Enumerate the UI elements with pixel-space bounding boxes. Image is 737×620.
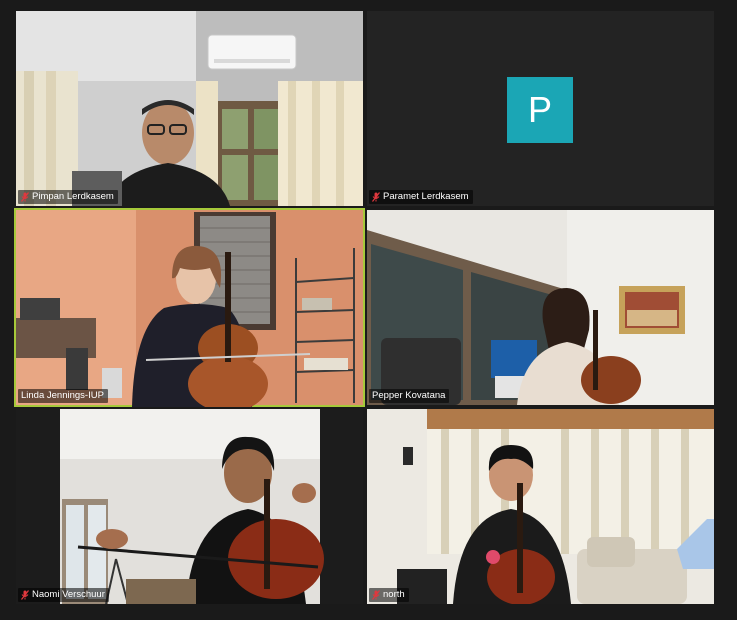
video-feed: [367, 409, 714, 604]
participant-name-tag: north: [369, 588, 409, 602]
participant-name: Paramet Lerdkasem: [383, 191, 469, 202]
video-feed: [16, 210, 363, 407]
mic-muted-icon: [21, 589, 29, 600]
participant-name: north: [383, 589, 405, 600]
video-tile-pimpan[interactable]: Pimpan Lerdkasem: [16, 11, 363, 206]
mic-muted-icon: [21, 191, 29, 202]
participant-name-tag: Pepper Kovatana: [369, 389, 450, 403]
mic-muted-icon: [372, 191, 380, 202]
video-tile-linda[interactable]: Linda Jennings-IUP: [14, 208, 365, 407]
video-feed: [367, 210, 714, 405]
participant-name-tag: Pimpan Lerdkasem: [18, 190, 118, 204]
video-tile-pepper[interactable]: Pepper Kovatana: [367, 210, 714, 405]
video-feed: [16, 11, 363, 206]
participant-name-tag: Naomi Verschuur: [18, 588, 109, 602]
gallery-view: Pimpan Lerdkasem P Paramet Lerdkasem Lin…: [0, 0, 737, 620]
participant-name: Pimpan Lerdkasem: [32, 191, 114, 202]
video-tile-paramet[interactable]: P Paramet Lerdkasem: [367, 11, 714, 206]
mic-muted-icon: [372, 589, 380, 600]
video-tile-naomi[interactable]: Naomi Verschuur: [16, 409, 363, 604]
participant-name-tag: Paramet Lerdkasem: [369, 190, 473, 204]
video-feed: [16, 409, 363, 604]
participant-name-tag: Linda Jennings-IUP: [18, 389, 108, 403]
participant-name: Linda Jennings-IUP: [21, 390, 104, 401]
participant-name: Pepper Kovatana: [372, 390, 446, 401]
avatar: P: [507, 77, 573, 143]
video-tile-north[interactable]: north: [367, 409, 714, 604]
participant-name: Naomi Verschuur: [32, 589, 105, 600]
